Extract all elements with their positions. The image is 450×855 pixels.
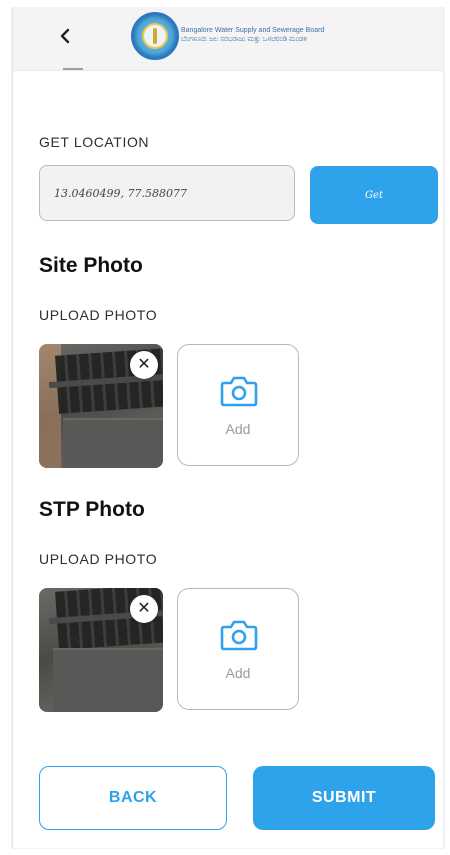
org-name-english: Bangalore Water Supply and Sewerage Boar… [181,27,325,34]
get-location-label: GET LOCATION [39,134,150,150]
org-name-kannada: ಬೆಂಗಳೂರು ಜಲ ಸರಬರಾಜು ಮತ್ತು ಒಳಚರಂಡಿ ಮಂಡಳಿ [181,36,308,43]
camera-icon [220,376,258,407]
back-button[interactable]: BACK [39,766,227,830]
location-field[interactable] [39,165,295,221]
camera-icon [220,620,258,651]
trackpad [63,418,163,468]
org-name: Bangalore Water Supply and Sewerage Boar… [181,26,324,44]
site-add-photo-button[interactable]: Add [177,344,299,466]
close-icon[interactable]: ✕ [130,595,158,623]
site-photo-title: Site Photo [39,254,143,277]
site-upload-photo-label: UPLOAD PHOTO [39,307,158,323]
close-icon[interactable]: ✕ [130,351,158,379]
site-add-label: Add [225,421,251,437]
get-location-button[interactable]: Get [310,166,438,224]
stp-photo-title: STP Photo [39,498,145,521]
header-indicator [63,68,83,70]
chevron-left-icon[interactable] [53,24,77,48]
bwssb-logo [131,12,179,60]
stp-add-photo-button[interactable]: Add [177,588,299,710]
top-bar: Bangalore Water Supply and Sewerage Boar… [13,8,443,71]
app-screen: Bangalore Water Supply and Sewerage Boar… [12,8,444,848]
stp-upload-photo-label: UPLOAD PHOTO [39,551,158,567]
trackpad [53,648,163,712]
stp-add-label: Add [225,665,251,681]
submit-button[interactable]: SUBMIT [253,766,435,830]
